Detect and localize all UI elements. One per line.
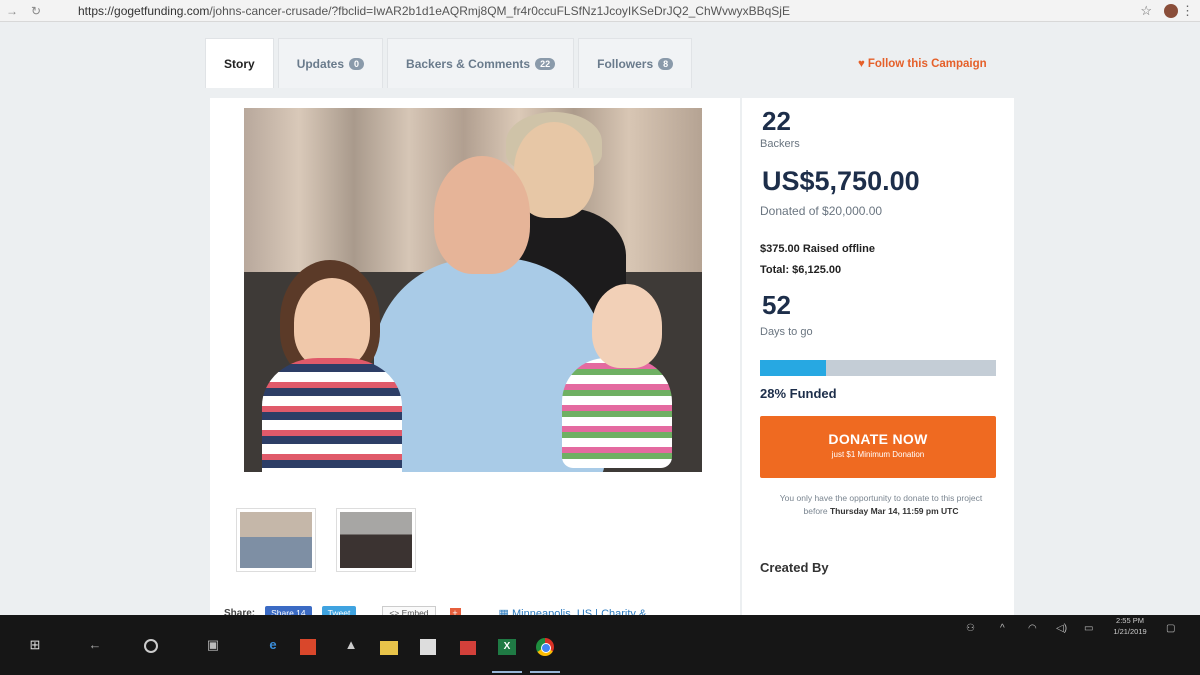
funding-progress-bar bbox=[760, 360, 996, 376]
chrome-icon[interactable] bbox=[536, 638, 554, 656]
photo-baby-body bbox=[562, 358, 672, 468]
campaign-tabs: Story Updates 0 Backers & Comments 22 Foll… bbox=[205, 38, 696, 88]
thumbnail-2-image bbox=[340, 512, 412, 568]
tab-story[interactable]: Story bbox=[205, 38, 274, 88]
url-domain: https://gogetfunding.com bbox=[78, 3, 210, 18]
backers-count: 22 bbox=[762, 106, 791, 136]
file-explorer-icon[interactable] bbox=[380, 641, 398, 655]
tab-followers-label: Followers bbox=[597, 56, 654, 71]
tab-backers-comments[interactable]: Backers & Comments 22 bbox=[387, 38, 575, 88]
days-count: 52 bbox=[762, 290, 791, 320]
follow-label: Follow this Campaign bbox=[867, 58, 987, 70]
education-app-icon[interactable]: ▲ bbox=[340, 637, 362, 655]
office-app-icon[interactable] bbox=[300, 639, 316, 655]
campaign-stats-panel: 22 Backers US$5,750.00 Donated of $20,00… bbox=[742, 98, 1014, 618]
forward-arrow-icon[interactable]: → bbox=[0, 4, 24, 18]
edge-browser-icon[interactable]: e bbox=[262, 637, 284, 655]
tab-updates-label: Updates bbox=[296, 56, 345, 71]
back-arrow-icon[interactable]: ← bbox=[84, 637, 106, 655]
cortana-search-icon[interactable] bbox=[144, 639, 158, 653]
reload-icon[interactable]: ↻ bbox=[24, 4, 48, 18]
mail-app-icon[interactable] bbox=[460, 641, 476, 655]
donate-min-label: just $1 Minimum Donation bbox=[831, 450, 925, 459]
task-view-icon[interactable]: ▣ bbox=[202, 637, 224, 655]
photo-girl-head bbox=[294, 278, 370, 368]
chrome-active-indicator bbox=[530, 671, 560, 673]
menu-kebab-icon[interactable]: ⋮ bbox=[1181, 3, 1194, 19]
people-icon[interactable]: ⚇ bbox=[966, 623, 975, 634]
clock-date: 1/21/2019 bbox=[1113, 627, 1147, 636]
keyboard-icon[interactable]: ▭ bbox=[1084, 623, 1093, 634]
excel-active-indicator bbox=[492, 671, 522, 673]
heart-icon: ♥ bbox=[858, 58, 865, 70]
created-by-heading: Created By bbox=[760, 560, 829, 575]
follow-campaign-link[interactable]: ♥ Follow this Campaign bbox=[858, 58, 987, 70]
tab-updates[interactable]: Updates 0 bbox=[277, 38, 384, 88]
days-to-go-label: Days to go bbox=[760, 326, 813, 338]
tab-backers-label: Backers & Comments bbox=[406, 56, 531, 71]
donate-now-label: DONATE NOW bbox=[828, 431, 928, 447]
donated-of-goal: Donated of $20,000.00 bbox=[760, 204, 883, 218]
tab-updates-count: 0 bbox=[349, 57, 365, 70]
photo-man-head bbox=[434, 156, 530, 274]
tab-backers-count: 22 bbox=[535, 57, 556, 70]
raised-offline: $375.00 Raised offline bbox=[760, 243, 875, 255]
windows-taskbar: ⊞ ← ▣ e ▲ X ⚇ ^ ◠ ◁) ▭ 2:55 PM 1/21/2019… bbox=[0, 615, 1200, 675]
total-raised: Total: $6,125.00 bbox=[760, 264, 842, 276]
wifi-icon[interactable]: ◠ bbox=[1028, 623, 1037, 634]
campaign-photo[interactable] bbox=[244, 108, 702, 472]
windows-start-icon[interactable]: ⊞ bbox=[24, 637, 46, 655]
volume-icon[interactable]: ◁) bbox=[1056, 623, 1067, 634]
browser-address-bar: → ↻ https://gogetfunding.com/johns-cance… bbox=[0, 0, 1200, 22]
funding-progress-fill bbox=[760, 360, 827, 376]
clock-time: 2:55 PM bbox=[1116, 616, 1144, 625]
donate-now-button[interactable]: DONATE NOW just $1 Minimum Donation bbox=[760, 416, 996, 478]
system-clock[interactable]: 2:55 PM 1/21/2019 bbox=[1110, 615, 1150, 637]
funded-label: 28% Funded bbox=[760, 386, 837, 401]
thumbnail-1-image bbox=[240, 512, 312, 568]
thumbnail-2[interactable] bbox=[336, 508, 416, 572]
tab-followers[interactable]: Followers 8 bbox=[578, 38, 693, 88]
backers-label: Backers bbox=[760, 138, 800, 150]
deadline-note: You only have the opportunity to donate … bbox=[768, 492, 994, 518]
story-card: Share: Share 14 Tweet <> Embed + ▦ Minne… bbox=[210, 98, 740, 620]
system-tray-up-icon[interactable]: ^ bbox=[1000, 623, 1005, 634]
url-field[interactable]: https://gogetfunding.com/johns-cancer-cr… bbox=[78, 4, 1078, 18]
excel-icon[interactable]: X bbox=[498, 639, 516, 655]
amount-raised: US$5,750.00 bbox=[762, 166, 920, 196]
photo-thumbnails bbox=[236, 508, 436, 572]
tab-followers-count: 8 bbox=[658, 57, 674, 70]
photo-girl-body bbox=[262, 358, 402, 472]
notifications-icon[interactable]: ▢ bbox=[1166, 623, 1175, 634]
url-path: /johns-cancer-crusade/?fbclid=IwAR2b1d1e… bbox=[209, 3, 790, 18]
page-content: Story Updates 0 Backers & Comments 22 Foll… bbox=[0, 22, 1200, 620]
photo-baby-head bbox=[592, 284, 662, 368]
tab-story-label: Story bbox=[224, 56, 255, 71]
deadline-date: Thursday Mar 14, 11:59 pm UTC bbox=[829, 506, 959, 516]
profile-avatar[interactable] bbox=[1164, 4, 1178, 18]
bookmark-star-icon[interactable]: ☆ bbox=[1140, 3, 1152, 19]
thumbnail-1[interactable] bbox=[236, 508, 316, 572]
store-icon[interactable] bbox=[420, 639, 436, 655]
